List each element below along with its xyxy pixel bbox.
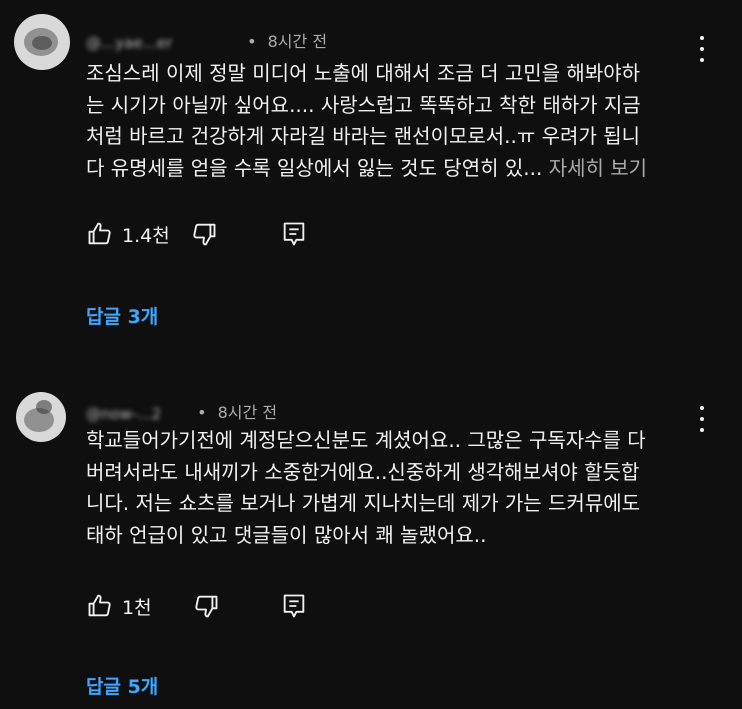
- comment-actions: 1천: [86, 591, 308, 621]
- reply-comment-icon[interactable]: [280, 592, 308, 620]
- author-handle[interactable]: @...yae...er: [86, 34, 236, 52]
- comment-meta: @now-...2 • 8시간 전: [86, 399, 277, 423]
- avatar[interactable]: [14, 14, 70, 70]
- thumb-down-icon[interactable]: [192, 592, 220, 620]
- comment-line: 는 시기가 아닐까 싶어요.... 사랑스럽고 똑똑하고 착한 태하가 지금: [86, 92, 641, 117]
- read-more-link[interactable]: 자세히 보기: [549, 156, 647, 180]
- like-count: 1.4천: [122, 224, 170, 247]
- comment-text: 학교들어가기전에 계정닫으신분도 계셨어요.. 그많은 구독자수를 다 버려서라…: [86, 425, 706, 551]
- comment-line-text: 다 유명세를 얻을 수록 일상에서 잃는 것도 당연히 있...: [86, 155, 543, 180]
- thumb-up-icon[interactable]: [86, 592, 114, 620]
- comment-time[interactable]: 8시간 전: [268, 32, 327, 51]
- avatar[interactable]: [16, 392, 66, 442]
- comment-actions: 1.4천: [86, 219, 308, 249]
- comment-line: 니다. 저는 쇼츠를 보거나 가볍게 지나치는데 제가 가는 드커뮤에도: [86, 491, 641, 515]
- thumb-down-icon[interactable]: [190, 220, 218, 248]
- comment-line: 처럼 바르고 건강하게 자라길 바라는 랜선이모로서..ㅠ 우려가 됩니: [86, 124, 641, 148]
- comment-line: 태하 언급이 있고 댓글들이 많아서 쾌 놀랬어요..: [86, 522, 487, 547]
- comment-time[interactable]: 8시간 전: [218, 403, 277, 422]
- replies-button[interactable]: 답글 5개: [86, 672, 158, 699]
- reply-comment-icon[interactable]: [280, 220, 308, 248]
- like-count: 1천: [122, 596, 152, 619]
- author-handle[interactable]: @now-...2: [86, 405, 186, 423]
- comment-line-last: 다 유명세를 얻을 수록 일상에서 잃는 것도 당연히 있... 자세히 보기: [86, 153, 706, 185]
- comment-meta: @...yae...er • 8시간 전: [86, 28, 327, 52]
- comment-text: 조심스레 이제 정말 미디어 노출에 대해서 조금 더 고민을 해봐야하 는 시…: [86, 58, 706, 184]
- meta-separator: •: [197, 403, 207, 422]
- comment-line: 조심스레 이제 정말 미디어 노출에 대해서 조금 더 고민을 해봐야하: [86, 61, 641, 85]
- replies-button[interactable]: 답글 3개: [86, 302, 158, 329]
- meta-separator: •: [247, 32, 257, 51]
- thumb-up-icon[interactable]: [86, 220, 114, 248]
- comment-line: 버려서라도 내새끼가 소중한거에요..신중하게 생각해보셔야 할듯합: [86, 459, 640, 484]
- comment-line: 학교들어가기전에 계정닫으신분도 계셨어요.. 그많은 구독자수를 다: [86, 428, 646, 452]
